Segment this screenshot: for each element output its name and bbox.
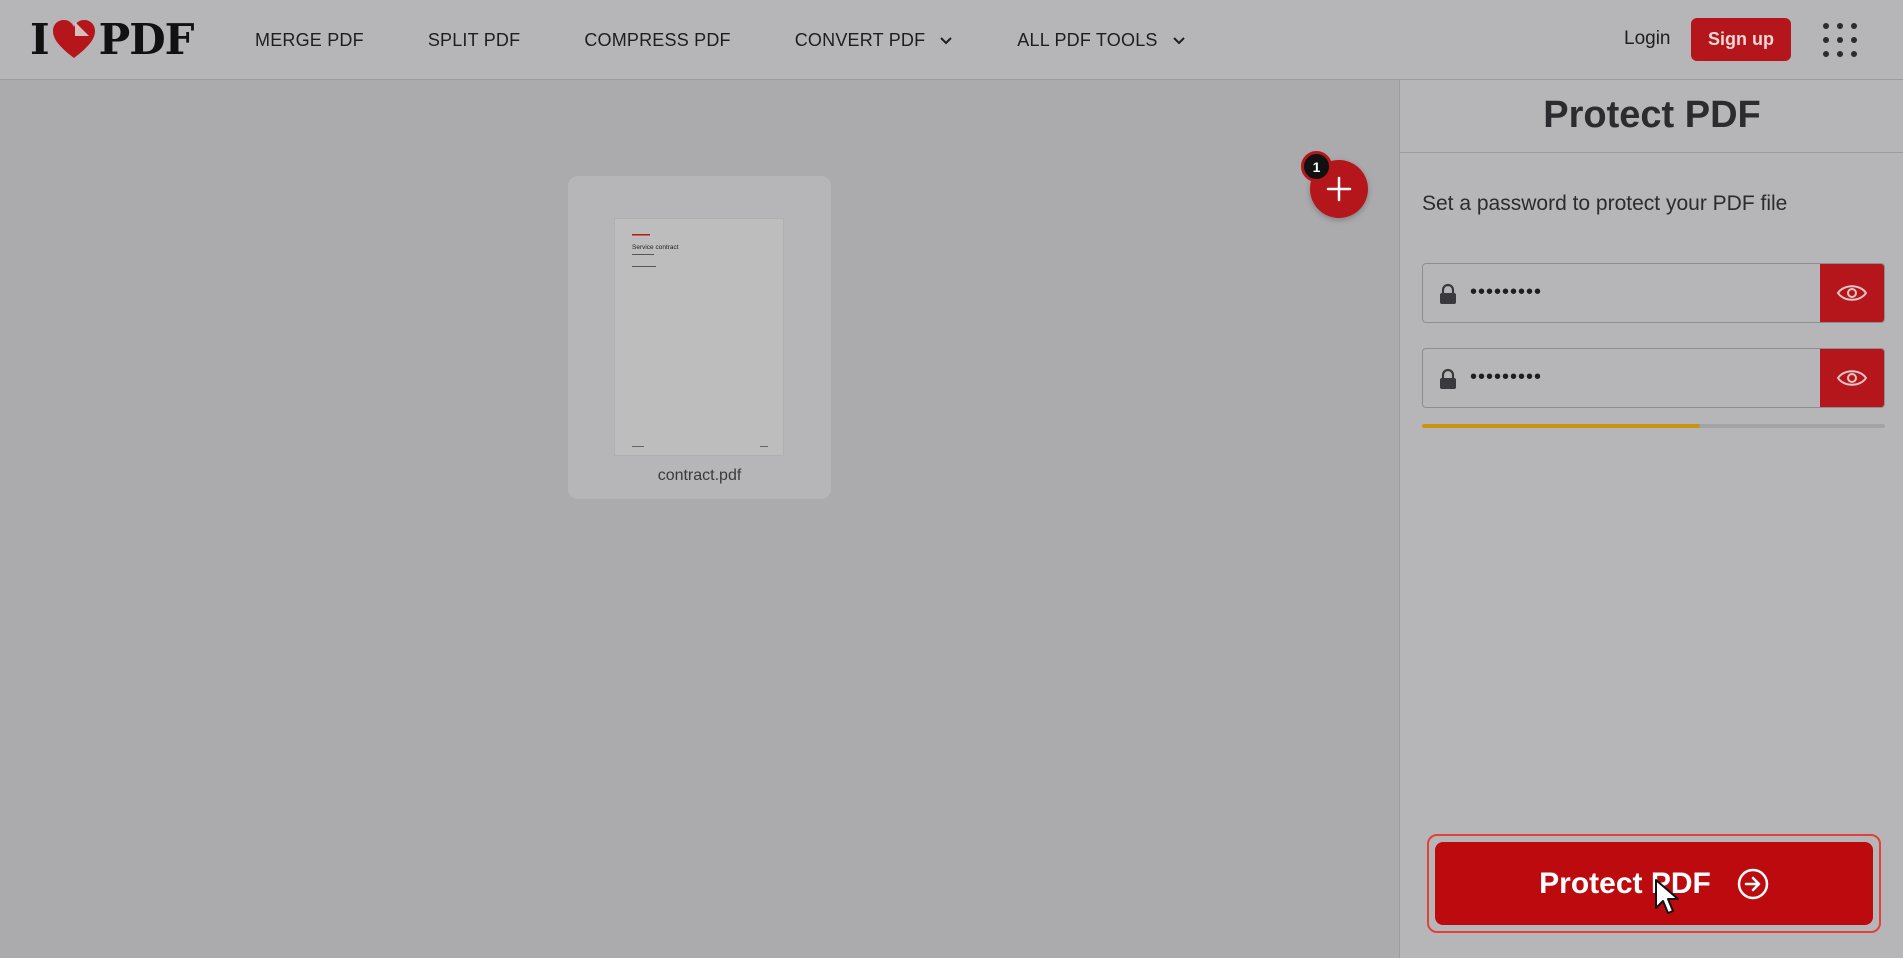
nav-split-pdf[interactable]: SPLIT PDF [428, 30, 521, 51]
protect-button-label: Protect PDF [1539, 866, 1711, 900]
chevron-down-icon [1172, 37, 1185, 45]
file-card[interactable]: Service contract contract.pdf [568, 176, 831, 499]
logo-letter-i: I [30, 14, 50, 64]
arrow-right-circle-icon [1737, 868, 1769, 899]
nav-label: ALL PDF TOOLS [1017, 29, 1158, 50]
lock-icon [1440, 368, 1456, 389]
pdf-thumbnail: Service contract [614, 218, 784, 456]
eye-icon [1836, 370, 1868, 386]
ilovepdf-logo[interactable]: I PDF [30, 15, 194, 64]
eye-icon [1836, 285, 1868, 301]
repeat-password-input[interactable]: ••••••••• [1422, 348, 1885, 408]
nav-label: CONVERT PDF [794, 29, 926, 50]
password-value: ••••••••• [1470, 281, 1543, 303]
password-strength-bar [1422, 424, 1885, 428]
file-workspace: Service contract contract.pdf 1 [0, 80, 1399, 958]
mouse-cursor-icon [1655, 879, 1679, 914]
logo-text-pdf: PDF [98, 14, 195, 64]
nav-label: SPLIT PDF [427, 29, 521, 50]
signup-button[interactable]: Sign up [1691, 18, 1791, 61]
sidebar-title: Protect PDF [1543, 94, 1761, 136]
options-sidebar: Protect PDF Set a password to protect yo… [1399, 80, 1903, 958]
toggle-password-visibility-button[interactable] [1820, 264, 1884, 322]
pdf-page-preview: Service contract [632, 234, 768, 447]
nav-all-pdf-tools[interactable]: ALL PDF TOOLS [1017, 30, 1185, 51]
nav-merge-pdf[interactable]: MERGE PDF [255, 30, 364, 51]
login-link[interactable]: Login [1624, 28, 1671, 50]
toggle-repeat-password-visibility-button[interactable] [1820, 349, 1884, 407]
grid-icon[interactable] [1822, 22, 1858, 58]
file-count-badge: 1 [1301, 151, 1332, 182]
nav-label: COMPRESS PDF [584, 29, 731, 50]
password-input[interactable]: ••••••••• [1422, 263, 1885, 323]
heart-icon [52, 20, 95, 58]
password-instruction: Set a password to protect your PDF file [1422, 192, 1788, 215]
chevron-down-icon [940, 37, 953, 45]
nav-convert-pdf[interactable]: CONVERT PDF [795, 30, 954, 51]
file-name: contract.pdf [657, 467, 742, 484]
lock-icon [1440, 283, 1456, 304]
thumb-title: Service contract [632, 244, 679, 251]
repeat-password-value: ••••••••• [1470, 366, 1543, 388]
top-header: I PDF MERGE PDF SPLIT PDF COMPRESS PDF C… [0, 0, 1903, 80]
sidebar-divider [1400, 152, 1903, 153]
password-strength-fill [1422, 424, 1700, 428]
nav-compress-pdf[interactable]: COMPRESS PDF [584, 30, 730, 51]
main-nav: MERGE PDF SPLIT PDF COMPRESS PDF CONVERT… [255, 0, 1186, 80]
nav-label: MERGE PDF [255, 29, 364, 50]
